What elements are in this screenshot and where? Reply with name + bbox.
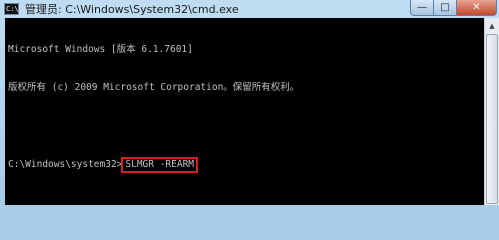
title-bar[interactable]: C:\ 管理员: C:\Windows\System32\cmd.exe — □… (0, 0, 499, 18)
console-line-version: Microsoft Windows [版本 6.1.7601] (8, 44, 193, 55)
window-title: 管理员: C:\Windows\System32\cmd.exe (25, 3, 239, 16)
scrollbar-thumb[interactable] (486, 34, 498, 204)
console-line-copyright: 版权所有 (c) 2009 Microsoft Corporation。保留所有… (8, 81, 300, 93)
maximize-button[interactable]: □ (434, 0, 457, 16)
console-output[interactable]: Microsoft Windows [版本 6.1.7601] 版权所有 (c)… (5, 18, 484, 205)
scroll-up-arrow-icon[interactable]: ▲ (486, 19, 498, 33)
close-button[interactable]: ✕ (457, 0, 497, 16)
console-prompt-line: C:\Windows\system32> SLMGR -REARM (8, 156, 484, 173)
highlighted-command: SLMGR -REARM (121, 156, 199, 173)
cmd-app-icon[interactable]: C:\ (4, 3, 19, 15)
cmd-window: C:\ 管理员: C:\Windows\System32\cmd.exe — □… (0, 0, 499, 205)
minimize-button[interactable]: — (410, 0, 434, 16)
console-prompt: C:\Windows\system32> (8, 158, 123, 170)
vertical-scrollbar[interactable]: ▲ (484, 18, 499, 205)
window-controls: — □ ✕ (410, 0, 497, 17)
